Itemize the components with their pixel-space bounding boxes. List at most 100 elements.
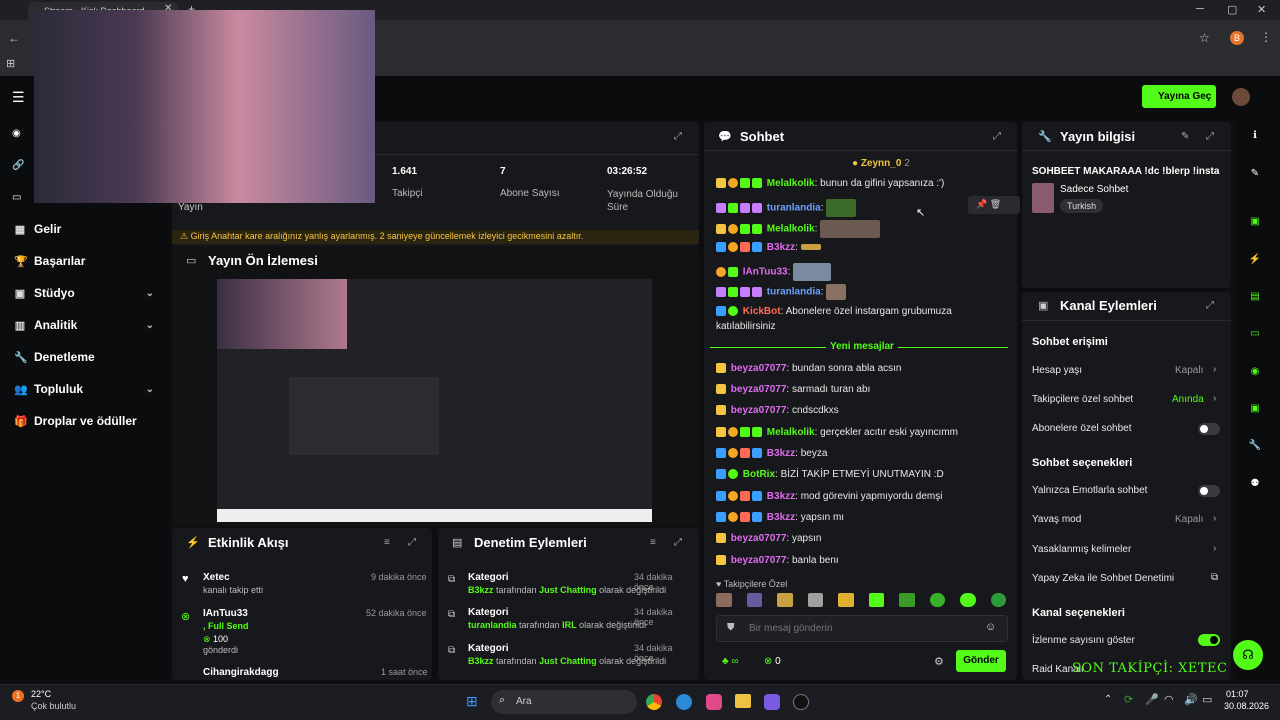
sidebar-item-droplar[interactable]: 🎁 Droplar ve ödüller bbox=[14, 414, 154, 428]
expand-icon[interactable]: ⤢ bbox=[1206, 300, 1214, 311]
chat-username[interactable]: Melalkolik bbox=[767, 178, 815, 189]
send-button[interactable]: Gönder bbox=[956, 650, 1006, 672]
expand-icon[interactable]: ⤢ bbox=[993, 131, 1001, 142]
chat-username[interactable]: beyza07077 bbox=[731, 384, 787, 395]
sidebar-item-analitik[interactable]: ▥ Analitik ⌄ bbox=[14, 318, 154, 332]
sidebar-item-denetleme[interactable]: 🔧 Denetleme bbox=[14, 350, 154, 364]
chat-username[interactable]: turanlandia bbox=[767, 287, 821, 298]
menu-dots-icon[interactable]: ⋮ bbox=[1260, 30, 1272, 44]
chat-username[interactable]: beyza07077 bbox=[731, 363, 787, 374]
settings-gear-icon[interactable]: ⚙ bbox=[934, 655, 944, 668]
support-icon[interactable]: ☊ bbox=[1233, 640, 1263, 670]
emote-icon[interactable] bbox=[990, 593, 1006, 607]
pin-icon[interactable]: 📌 bbox=[976, 199, 987, 209]
emote-icon[interactable] bbox=[899, 593, 915, 607]
expand-icon[interactable]: ⤢ bbox=[1206, 131, 1214, 142]
copilot-icon[interactable] bbox=[706, 694, 722, 710]
chat-username[interactable]: beyza07077 bbox=[731, 533, 787, 544]
account-age-value[interactable]: Kapalı bbox=[1175, 365, 1203, 376]
emote-icon[interactable] bbox=[746, 593, 762, 607]
emote-icon[interactable] bbox=[807, 593, 823, 607]
sidebar-item-basarilar[interactable]: 🏆 Başarılar bbox=[14, 254, 154, 268]
screen-icon[interactable]: ▣ bbox=[1246, 213, 1264, 231]
emote-icon[interactable] bbox=[929, 593, 945, 607]
minimize-icon[interactable]: ─ bbox=[1196, 3, 1204, 15]
chat-username[interactable]: Melalkolik bbox=[767, 427, 815, 438]
tray-chevron-icon[interactable]: ⌃ bbox=[1104, 694, 1112, 705]
viewer-count-toggle[interactable] bbox=[1198, 634, 1220, 646]
windows-start-icon[interactable]: ⊞ bbox=[466, 693, 478, 710]
list-icon[interactable]: ▤ bbox=[1246, 288, 1264, 306]
app-icon[interactable] bbox=[764, 694, 780, 710]
hamburger-icon[interactable]: ☰ bbox=[12, 89, 25, 106]
chevron-right-icon[interactable]: › bbox=[1213, 543, 1216, 554]
home-icon[interactable]: ◉ bbox=[12, 128, 21, 139]
speaker-icon[interactable]: 🔊 bbox=[1184, 693, 1198, 706]
emote-icon[interactable] bbox=[777, 593, 793, 607]
people-icon[interactable]: ⚉ bbox=[1246, 475, 1264, 493]
filter-icon[interactable]: ≡ bbox=[384, 537, 390, 548]
go-live-button[interactable]: Yayına Geç bbox=[1142, 85, 1216, 108]
bookmark-star-icon[interactable]: ☆ bbox=[1199, 31, 1210, 45]
chat-username[interactable]: B3kzz bbox=[767, 448, 795, 459]
sidebar-item-gelir[interactable]: ▦ Gelir bbox=[14, 222, 154, 236]
chevron-right-icon[interactable]: › bbox=[1213, 364, 1216, 375]
followers-chat-value[interactable]: Anında bbox=[1172, 394, 1204, 405]
expand-icon[interactable]: ⤢ bbox=[674, 131, 682, 142]
subs-chat-toggle[interactable] bbox=[1198, 423, 1220, 435]
chat-username[interactable]: B3kzz bbox=[767, 491, 795, 502]
chat-username[interactable]: IAnTuu33 bbox=[743, 267, 788, 278]
chat-username[interactable]: BotRix bbox=[743, 469, 775, 480]
edit-icon[interactable]: ✎ bbox=[1181, 131, 1189, 142]
weather-desc[interactable]: Çok bulutlu bbox=[31, 701, 76, 711]
expand-icon[interactable]: ⤢ bbox=[674, 537, 682, 548]
folder-icon[interactable] bbox=[735, 694, 751, 708]
chat-input[interactable] bbox=[749, 621, 969, 636]
info-icon[interactable]: ℹ bbox=[1246, 127, 1264, 145]
ai-moderation-label[interactable]: Yapay Zeka ile Sohbet Denetimi bbox=[1032, 573, 1174, 584]
chat-username[interactable]: B3kzz bbox=[767, 242, 795, 253]
stream-preview[interactable] bbox=[217, 279, 652, 522]
sidebar-item-studyo[interactable]: ▣ Stüdyo ⌄ bbox=[14, 286, 154, 300]
taskbar-search[interactable]: ⌕ Ara bbox=[491, 690, 637, 714]
wrench-icon[interactable]: 🔧 bbox=[1246, 437, 1264, 455]
external-link-icon[interactable]: ⧉ bbox=[1211, 572, 1218, 583]
back-icon[interactable]: ← bbox=[8, 31, 20, 45]
pinned-user[interactable]: ● Zeynn_0 2 bbox=[852, 158, 910, 169]
slow-mode-value[interactable]: Kapalı bbox=[1175, 514, 1203, 525]
chat-username[interactable]: KickBot bbox=[743, 306, 781, 317]
chat-icon[interactable]: ▭ bbox=[1246, 325, 1264, 343]
edit-icon[interactable]: ✎ bbox=[1246, 165, 1264, 183]
window-icon[interactable]: ▭ bbox=[12, 192, 21, 203]
clock-date[interactable]: 30.08.2026 bbox=[1224, 701, 1269, 711]
trash-icon[interactable]: 🗑 bbox=[990, 199, 1001, 209]
weather-temp[interactable]: 22°C bbox=[31, 689, 51, 699]
emoji-icon[interactable]: ☺ bbox=[985, 621, 996, 633]
filter-icon[interactable]: ≡ bbox=[650, 537, 656, 548]
emote-icon[interactable] bbox=[716, 593, 732, 607]
chat-input-box[interactable]: ⛊ ☺ bbox=[716, 615, 1008, 642]
user-avatar[interactable] bbox=[1232, 88, 1250, 106]
emote-icon[interactable] bbox=[960, 593, 976, 607]
emote-icon[interactable] bbox=[838, 593, 854, 607]
chat-username[interactable]: beyza07077 bbox=[731, 555, 787, 566]
chat-username[interactable]: beyza07077 bbox=[731, 405, 787, 416]
obs-icon[interactable] bbox=[793, 694, 809, 710]
chat-username[interactable]: B3kzz bbox=[767, 512, 795, 523]
chrome-icon[interactable] bbox=[646, 694, 662, 710]
maximize-icon[interactable]: ▢ bbox=[1227, 3, 1237, 16]
edge-icon[interactable] bbox=[676, 694, 692, 710]
record-icon[interactable]: ◉ bbox=[1246, 363, 1264, 381]
clock-time[interactable]: 01:07 bbox=[1226, 689, 1249, 699]
close-window-icon[interactable]: ✕ bbox=[1257, 3, 1266, 16]
apps-icon[interactable]: ⊞ bbox=[6, 57, 15, 70]
chevron-right-icon[interactable]: › bbox=[1213, 393, 1216, 404]
emote-icon[interactable] bbox=[868, 593, 884, 607]
chat-username[interactable]: turanlandia bbox=[767, 203, 821, 214]
chevron-right-icon[interactable]: › bbox=[1213, 513, 1216, 524]
link-icon[interactable]: 🔗 bbox=[12, 160, 24, 171]
bolt-icon[interactable]: ⚡ bbox=[1246, 251, 1264, 269]
expand-icon[interactable]: ⤢ bbox=[408, 537, 416, 548]
tray-app-icon[interactable]: ⟳ bbox=[1124, 693, 1133, 706]
chat-username[interactable]: Melalkolik bbox=[767, 224, 815, 235]
